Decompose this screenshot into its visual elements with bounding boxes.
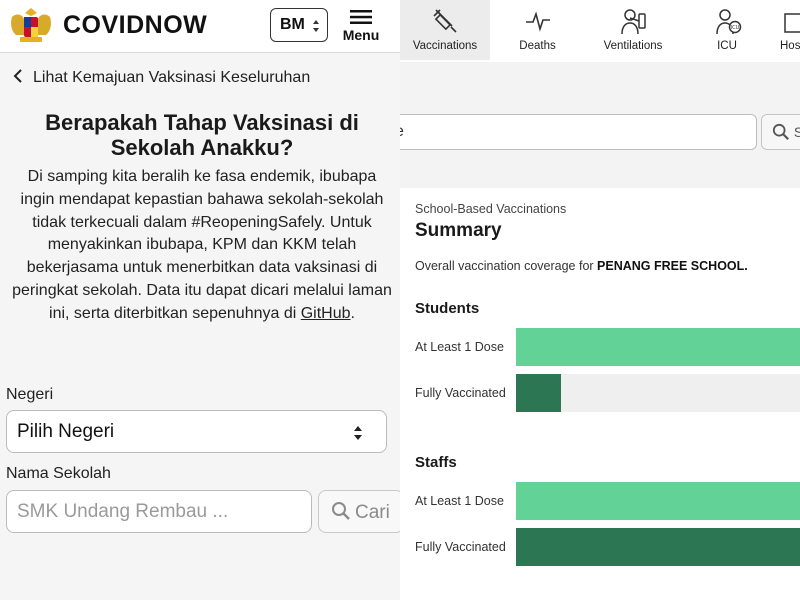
school-field-label: Nama Sekolah	[6, 465, 111, 482]
back-to-overall-progress-link[interactable]: Lihat Kemajuan Vaksinasi Keseluruhan	[13, 69, 310, 89]
top-navbar: COVIDNOW BM Menu	[0, 0, 400, 53]
summary-description: Overall vaccination coverage for PENANG …	[415, 259, 748, 273]
school-search-input[interactable]: e	[400, 114, 757, 150]
school-name: PENANG FREE SCHOOL.	[597, 259, 748, 273]
tab-label: Ventilations	[603, 40, 663, 52]
progress-bar-fill	[516, 328, 800, 366]
summary-title: Summary	[415, 220, 502, 241]
school-vaccination-dashboard: Vaccinations Deaths Ventilations ICU ICU…	[400, 0, 800, 600]
summary-description-prefix: Overall vaccination coverage for	[415, 259, 594, 273]
heartbeat-icon	[525, 11, 550, 32]
svg-text:ICU: ICU	[731, 25, 740, 31]
summary-kicker: School-Based Vaccinations	[415, 202, 567, 216]
progress-bar-fill	[516, 528, 800, 566]
github-link[interactable]: GitHub	[301, 305, 351, 322]
covidnow-mobile-page: COVIDNOW BM Menu Lihat Kemajuan Vaksinas…	[0, 0, 400, 600]
language-value: BM	[280, 16, 305, 33]
ventilator-icon	[621, 9, 646, 35]
icu-icon: ICU	[716, 9, 742, 35]
tab-label: Hos	[780, 40, 800, 52]
progress-bar-track	[516, 328, 800, 366]
tab-hospital[interactable]: Hos	[774, 0, 800, 60]
back-link-label: Lihat Kemajuan Vaksinasi Keseluruhan	[33, 69, 311, 86]
syringe-icon	[433, 9, 457, 33]
group-title-staffs: Staffs	[415, 454, 457, 471]
select-arrows-icon	[354, 426, 362, 440]
tab-vaccinations[interactable]: Vaccinations	[400, 0, 490, 60]
search-button-label: Cari	[355, 502, 390, 523]
progress-bar-track	[516, 374, 800, 412]
state-select-value: Pilih Negeri	[17, 421, 115, 442]
intro-text: Di samping kita beralih ke fasa endemik,…	[12, 168, 392, 322]
progress-bar-fill	[516, 482, 800, 520]
state-select[interactable]: Pilih Negeri	[6, 410, 387, 453]
malaysia-coat-of-arms-logo[interactable]	[6, 5, 56, 45]
intro-end: .	[350, 304, 355, 322]
search-icon	[332, 502, 350, 520]
search-button[interactable]: Cari	[318, 490, 400, 533]
tab-ventilations[interactable]: Ventilations	[588, 0, 678, 60]
tab-label: Deaths	[519, 40, 556, 52]
page-title: Berapakah Tahap Vaksinasi di Sekolah Ana…	[45, 110, 359, 160]
menu-label: Menu	[342, 27, 380, 43]
summary-card: School-Based Vaccinations Summary Overal…	[400, 188, 800, 600]
school-search-button[interactable]: S	[761, 114, 800, 150]
group-title-students: Students	[415, 300, 480, 317]
school-search-button-label: S	[793, 124, 800, 140]
hamburger-icon	[350, 10, 372, 24]
bar-label: At Least 1 Dose	[415, 340, 504, 354]
progress-bar-track	[516, 528, 800, 566]
progress-bar-fill	[516, 374, 561, 412]
tab-deaths[interactable]: Deaths	[495, 0, 580, 60]
hospital-icon	[784, 13, 800, 33]
menu-button[interactable]: Menu	[340, 8, 382, 46]
progress-bar-track	[516, 482, 800, 520]
select-arrows-icon	[313, 20, 319, 32]
school-search-value: e	[400, 123, 404, 140]
chevron-left-icon	[13, 69, 22, 83]
intro-paragraph: Di samping kita beralih ke fasa endemik,…	[12, 166, 392, 326]
language-select[interactable]: BM	[270, 8, 328, 42]
dashboard-tab-bar: Vaccinations Deaths Ventilations ICU ICU…	[400, 0, 800, 62]
brand-title[interactable]: COVIDNOW	[63, 11, 207, 40]
tab-icu[interactable]: ICU ICU	[688, 0, 766, 60]
tab-label: Vaccinations	[412, 40, 478, 52]
bar-label: Fully Vaccinated	[415, 540, 506, 554]
state-field-label: Negeri	[6, 386, 54, 403]
tab-label: ICU	[717, 40, 737, 52]
bar-label: At Least 1 Dose	[415, 494, 504, 508]
bar-label: Fully Vaccinated	[415, 386, 506, 400]
school-name-input[interactable]	[6, 490, 312, 533]
search-icon	[772, 123, 789, 140]
